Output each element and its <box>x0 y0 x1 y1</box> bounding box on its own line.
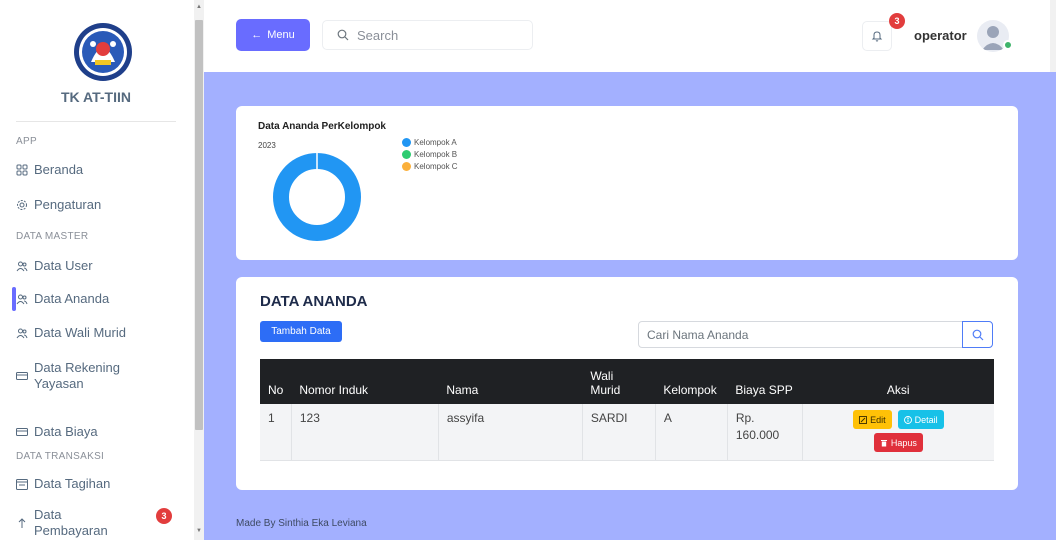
sidebar-item-label: Data User <box>34 258 93 273</box>
sidebar-item-data-rekening-yayasan[interactable]: Data Rekening Yayasan <box>16 360 182 392</box>
scroll-up-arrow[interactable]: ▲ <box>195 4 203 14</box>
legend-item[interactable]: Kelompok B <box>402 148 458 160</box>
users-icon <box>16 261 28 272</box>
scroll-down-arrow[interactable]: ▼ <box>195 528 203 538</box>
legend-item[interactable]: Kelompok A <box>402 136 458 148</box>
bell-icon <box>871 31 883 42</box>
cell-no: 1 <box>260 404 292 460</box>
col-biaya-spp: Biaya SPP <box>735 383 793 397</box>
detail-label: Detail <box>914 414 938 425</box>
sidebar-item-data-ananda[interactable]: Data Ananda <box>16 291 182 307</box>
legend-swatch <box>402 149 411 159</box>
table-title: DATA ANANDA <box>260 293 368 310</box>
data-ananda-table: No Nomor Induk Nama Wali Murid Kelompok … <box>260 359 994 461</box>
brand-name: TK AT-TIIN <box>61 89 131 105</box>
sidebar-item-pengaturan[interactable]: Pengaturan <box>16 197 182 213</box>
donut-chart <box>273 153 361 241</box>
users-icon <box>16 294 28 305</box>
sidebar-item-data-tagihan[interactable]: Data Tagihan <box>16 476 182 492</box>
sidebar-scroll-thumb[interactable] <box>195 20 203 430</box>
footer-credit: Made By Sinthia Eka Leviana <box>236 518 367 529</box>
online-status-dot <box>1003 40 1013 50</box>
section-app: APP <box>16 136 37 147</box>
sidebar-item-label: Data Rekening Yayasan <box>34 360 120 391</box>
sidebar-item-data-wali-murid[interactable]: Data Wali Murid <box>16 325 182 341</box>
cell-kelompok: A <box>655 404 728 460</box>
detail-button[interactable]: Detail <box>897 410 944 429</box>
school-logo <box>73 22 133 82</box>
data-ananda-card: DATA ANANDA Tambah Data No Nomor Induk N… <box>236 277 1018 490</box>
cell-biaya-spp: Rp. 160.000 <box>727 404 803 460</box>
cell-nama: assyifa <box>438 404 583 460</box>
cell-wali-murid: SARDI <box>582 404 656 460</box>
notification-badge: 3 <box>889 13 905 29</box>
legend-item[interactable]: Kelompok C <box>402 160 458 172</box>
card-icon <box>16 372 28 380</box>
sidebar-item-label: Data Pembayaran <box>34 507 108 538</box>
sidebar-item-label: Data Tagihan <box>34 476 111 491</box>
sidebar-item-label: Beranda <box>34 162 84 177</box>
chart-legend: Kelompok A Kelompok B Kelompok C <box>402 136 458 172</box>
arrow-up-icon <box>18 518 26 528</box>
cari-search-button[interactable] <box>962 321 993 348</box>
biaya-value: Rp. 160.000 <box>735 411 780 442</box>
table-row: 1 123 assyifa SARDI A Rp. 160.000 Edit D… <box>260 404 994 460</box>
users-icon <box>16 328 28 339</box>
edit-button[interactable]: Edit <box>853 410 892 429</box>
menu-button-label: Menu <box>267 29 295 41</box>
legend-label: Kelompok B <box>414 149 458 159</box>
sidebar-item-label: Pengaturan <box>34 197 102 212</box>
cari-nama-input[interactable] <box>638 321 965 348</box>
hapus-label: Hapus <box>890 437 917 448</box>
table-header-row: No Nomor Induk Nama Wali Murid Kelompok … <box>260 359 994 404</box>
pembayaran-badge: 3 <box>156 508 172 524</box>
chart-title: Data Ananda PerKelompok <box>258 121 386 132</box>
col-no: No <box>268 383 284 397</box>
brand-divider <box>16 121 176 122</box>
gear-icon <box>17 200 27 210</box>
search-box[interactable] <box>322 20 533 50</box>
card-icon <box>16 428 28 436</box>
cell-nomor-induk: 123 <box>291 404 439 460</box>
donut-slice-kelompok-a[interactable] <box>273 153 361 241</box>
sidebar-item-label: Data Biaya <box>34 424 98 439</box>
username[interactable]: operator <box>914 28 967 43</box>
legend-label: Kelompok A <box>414 137 457 147</box>
sidebar: TK AT-TIIN APP Beranda Pengaturan DATA M… <box>0 0 192 540</box>
sidebar-item-data-user[interactable]: Data User <box>16 258 182 274</box>
sidebar-item-label: Data Ananda <box>34 291 110 306</box>
top-navbar: ← Menu 3 operator <box>204 0 1056 72</box>
grid-icon <box>16 164 28 176</box>
cell-aksi: Edit Detail Hapus <box>802 404 994 460</box>
col-kelompok: Kelompok <box>663 383 717 397</box>
calendar-icon <box>16 479 28 490</box>
search-input[interactable] <box>357 27 507 43</box>
trash-icon <box>880 439 887 446</box>
info-icon <box>903 415 912 424</box>
section-master: DATA MASTER <box>16 231 89 242</box>
legend-swatch <box>402 161 411 171</box>
col-nama: Nama <box>446 383 479 397</box>
menu-button[interactable]: ← Menu <box>236 19 310 51</box>
col-wali-murid-label: Wali Murid <box>590 369 621 397</box>
col-nomor-induk: Nomor Induk <box>299 383 369 397</box>
edit-icon <box>859 415 868 424</box>
chart-subtitle: 2023 <box>258 141 276 150</box>
col-wali-murid: Wali Murid <box>582 359 655 404</box>
hapus-button[interactable]: Hapus <box>873 433 923 452</box>
legend-swatch <box>402 137 411 147</box>
sidebar-item-label: Data Wali Murid <box>34 325 126 340</box>
legend-label: Kelompok C <box>414 161 458 171</box>
col-aksi: Aksi <box>886 383 910 397</box>
arrow-left-icon: ← <box>251 29 263 41</box>
edit-label: Edit <box>870 414 886 425</box>
tambah-data-button[interactable]: Tambah Data <box>260 321 342 342</box>
chart-card: Data Ananda PerKelompok 2023 Kelompok AK… <box>236 106 1018 260</box>
search-icon <box>337 29 349 41</box>
sidebar-item-beranda[interactable]: Beranda <box>16 162 182 178</box>
sidebar-item-data-biaya[interactable]: Data Biaya <box>16 424 182 440</box>
notification-button[interactable] <box>862 21 892 51</box>
section-transaksi: DATA TRANSAKSI <box>16 451 105 462</box>
search-icon <box>972 329 983 340</box>
